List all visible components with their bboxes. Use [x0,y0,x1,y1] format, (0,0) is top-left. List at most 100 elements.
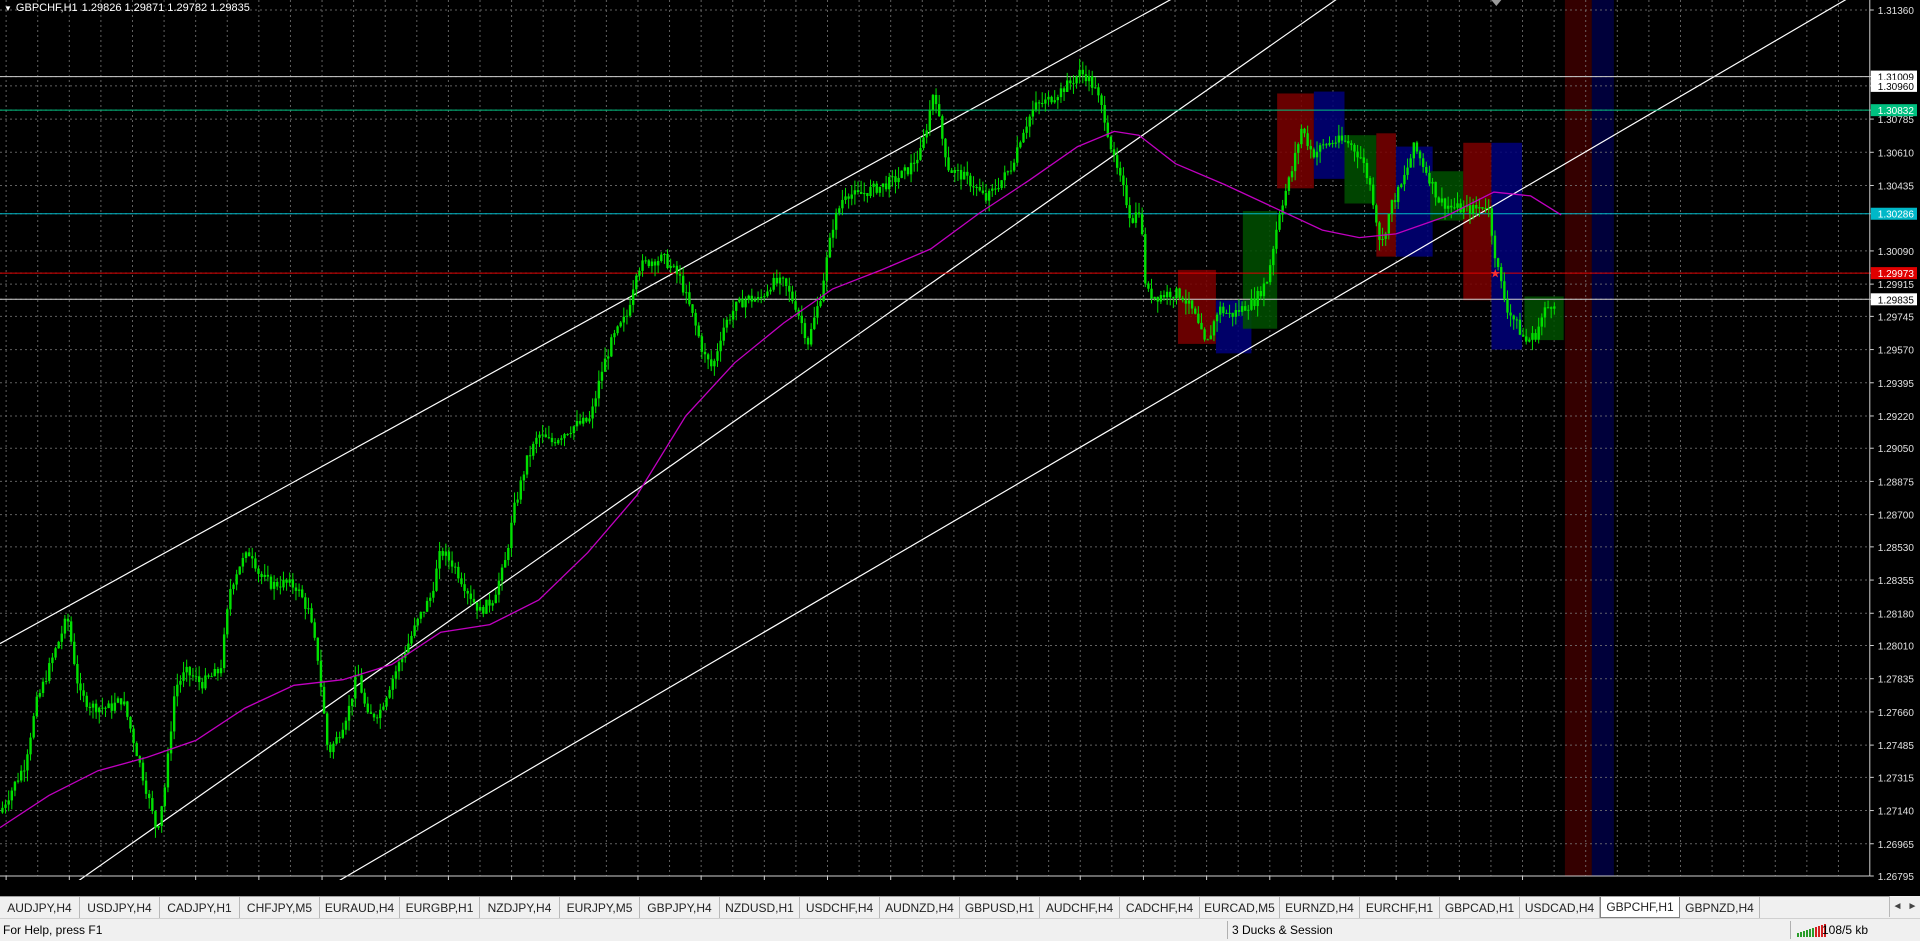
chart-tab[interactable]: EURNZD,H4 [1280,897,1360,918]
candle-body [987,190,991,201]
candle-body [641,260,644,271]
candle-body [656,260,660,266]
candle-body [1421,158,1425,168]
candle-body [176,684,179,697]
candle-body [1268,265,1272,283]
chart-window[interactable]: ★1.313601.310091.309601.308321.307851.30… [0,0,1920,880]
candle-body [197,676,201,683]
candle-body [1506,299,1509,313]
candle-body [1406,167,1409,175]
candle-body [19,770,23,781]
chart-tab[interactable]: GBPCHF,H1 [1600,897,1680,918]
candle-body [1471,204,1475,214]
candle-body [516,499,519,503]
price-axis-label: 1.28180 [1878,609,1915,620]
chart-tab[interactable]: EURJPY,M5 [560,897,640,918]
candle-body [1340,135,1344,141]
candle-body [610,337,613,357]
candle-body [766,291,769,297]
candle-body [126,701,129,717]
candle-body [1362,157,1366,163]
candle-body [1546,307,1550,309]
candle-body [179,680,182,685]
chart-tab[interactable]: EURGBP,H1 [400,897,480,918]
candle-body [738,298,741,302]
chart-tab[interactable]: NZDJPY,H4 [480,897,560,918]
chart-tab[interactable]: NZDUSD,H1 [720,897,800,918]
price-axis-label: 1.28355 [1878,576,1915,587]
candle-body [276,581,279,587]
candle-body [750,295,754,302]
candle-body [794,301,797,310]
menu-triangle-icon[interactable]: ▼ [4,4,12,13]
candle-body [966,171,969,176]
chart-tab[interactable]: AUDNZD,H4 [880,897,960,918]
candle-body [1037,102,1041,104]
session-box [1313,91,1345,179]
candle-body [981,190,985,194]
price-chart[interactable]: ★1.313601.310091.309601.308321.307851.30… [0,0,1920,880]
chart-tab[interactable]: AUDJPY,H4 [0,897,80,918]
candle-body [425,600,429,612]
candle-body [1368,178,1372,185]
candle-body [1400,184,1403,188]
candle-body [806,338,810,345]
candle-body [1306,133,1309,147]
candle-body [922,137,925,149]
candle-body [266,574,270,577]
chart-tab[interactable]: USDJPY,H4 [80,897,160,918]
symbol-period: GBPCHF,H1 [15,2,78,14]
candle-body [1347,141,1350,144]
chart-tab[interactable]: GBPCAD,H1 [1440,897,1520,918]
candle-body [135,743,138,757]
candle-body [76,663,79,684]
chart-tab[interactable]: USDCHF,H4 [800,897,880,918]
price-level-tag-label: 1.30286 [1878,210,1915,221]
candle-body [1390,200,1394,214]
candle-body [594,398,597,407]
candle-body [132,728,135,744]
signal-bar [1812,928,1814,937]
chart-tab[interactable]: EURCHF,H1 [1360,897,1440,918]
candle-body [1325,144,1328,146]
chart-tab[interactable]: AUDCHF,H4 [1040,897,1120,918]
candle-body [947,157,950,171]
candle-body [1081,69,1085,75]
candle-body [997,188,1000,190]
candle-body [550,437,554,443]
candle-body [338,737,341,739]
chart-tab[interactable]: GBPNZD,H4 [1680,897,1760,918]
price-axis-label: 1.28010 [1878,642,1915,653]
candle-body [1256,290,1259,307]
candle-body [747,295,750,300]
candle-body [1066,80,1069,92]
profile-name[interactable]: 3 Ducks & Session [1232,923,1333,937]
signal-bar [1809,929,1811,937]
candle-body [1243,306,1247,311]
chart-tab[interactable]: GBPUSD,H1 [960,897,1040,918]
candle-body [63,618,67,634]
candle-body [1041,102,1044,104]
price-axis-label: 1.29745 [1878,312,1915,323]
candle-body [141,762,145,781]
session-box [1177,269,1216,344]
candle-body [1034,102,1038,110]
candle-body [354,675,357,699]
chart-tab[interactable]: EURAUD,H4 [320,897,400,918]
scroll-left-icon[interactable]: ◄ [1893,901,1903,912]
candle-body [1503,281,1506,300]
candle-body [1512,315,1515,320]
chart-tab[interactable]: GBPJPY,H4 [640,897,720,918]
chart-tab[interactable]: EURCAD,M5 [1200,897,1280,918]
candle-body [1343,140,1347,142]
scroll-right-icon[interactable]: ► [1908,901,1918,912]
chart-tab[interactable]: CHFJPY,M5 [240,897,320,918]
candle-body [241,557,245,567]
chart-tab[interactable]: CADCHF,H4 [1120,897,1200,918]
candle-body [1003,172,1006,181]
candle-body [251,556,254,559]
candle-body [706,354,710,360]
chart-tab[interactable]: USDCAD,H4 [1520,897,1600,918]
chart-tab[interactable]: CADJPY,H1 [160,897,240,918]
candle-body [1396,187,1400,203]
